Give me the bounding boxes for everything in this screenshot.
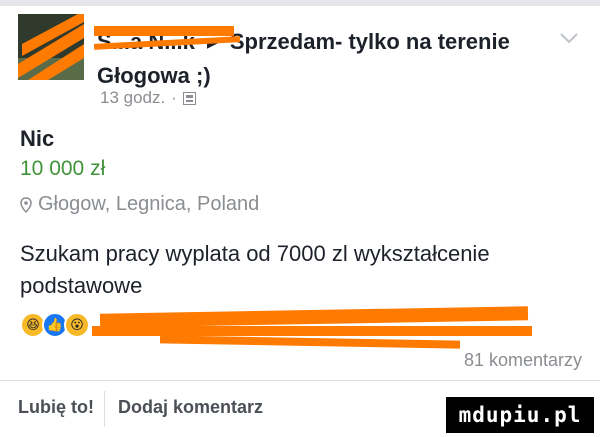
post-time[interactable]: 13 godz. [100, 88, 165, 108]
chevron-down-icon[interactable] [558, 30, 580, 46]
reaction-summary[interactable]: 😆 👍 😮 [20, 312, 90, 338]
item-price: 10 000 zł [20, 157, 106, 180]
location-text: Głogow, Legnica, Poland [38, 193, 260, 215]
location-pin-icon [20, 196, 32, 213]
group-icon [182, 91, 196, 105]
add-comment-button[interactable]: Dodaj komentarz [118, 397, 263, 418]
reactions-redaction [99, 306, 529, 328]
reactions-redaction [159, 335, 461, 349]
item-title: Nic [20, 126, 55, 151]
action-separator [104, 391, 105, 427]
avatar-image [18, 14, 84, 80]
avatar[interactable] [18, 14, 84, 80]
author-redaction [94, 26, 234, 36]
item-description: Szukam pracy wyplata od 7000 zl wykształ… [20, 241, 490, 298]
post-meta: 13 godz. · [100, 88, 196, 108]
comment-count[interactable]: 81 komentarzy [464, 350, 582, 371]
item-location: Głogow, Legnica, Poland [20, 193, 259, 216]
wow-icon: 😮 [64, 312, 90, 338]
top-divider [0, 0, 600, 6]
watermark: mdupiu.pl [446, 397, 594, 433]
reactions-redaction [92, 326, 532, 336]
like-button[interactable]: Lubię to! [18, 397, 94, 418]
